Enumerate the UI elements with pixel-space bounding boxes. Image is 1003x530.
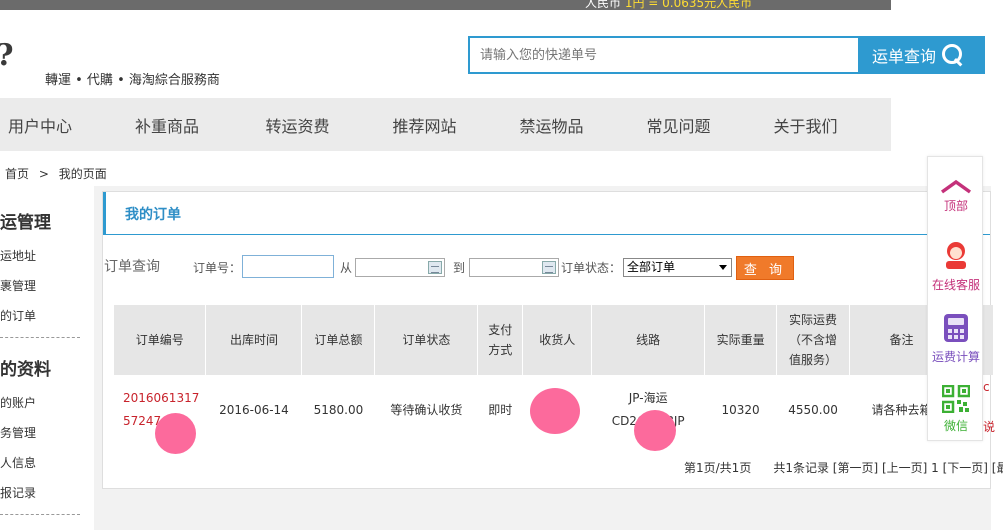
clipped-edge-text: 说: [983, 420, 996, 434]
date-to-input[interactable]: [469, 258, 559, 277]
cell-total: 5180.00: [313, 402, 364, 417]
query-section-label: 订单查询: [104, 259, 160, 275]
table-header-row: 订单编号 出库时间 订单总额 订单状态 支付 方式 收货人 线路 实际重量 实际运…: [114, 305, 995, 375]
site-slogan: 轉運 • 代購 • 海淘綜合服務商: [45, 73, 220, 88]
nav-item-user-center[interactable]: 用户中心: [0, 98, 100, 151]
cell-weight: 10320: [721, 402, 760, 417]
nav-item-shipping-fees[interactable]: 转运资费: [234, 98, 361, 151]
sidebar-item-orders[interactable]: 的订单: [0, 307, 36, 324]
sidebar-item-packages[interactable]: 裹管理: [0, 277, 36, 294]
calendar-icon[interactable]: [428, 261, 442, 274]
page-info: 第1页/共1页: [684, 461, 752, 475]
status-filter-value: 全部订单: [627, 260, 676, 274]
breadcrumb-separator: >: [38, 167, 49, 181]
online-service-button[interactable]: 在线客服: [928, 239, 984, 294]
date-to-label: 到: [453, 261, 466, 275]
nav-item-about[interactable]: 关于我们: [742, 98, 869, 151]
col-header-status: 订单状态: [374, 305, 479, 375]
tracking-search-box: [468, 36, 860, 74]
panel-header: 我的订单: [103, 192, 990, 235]
col-header-order-no: 订单编号: [114, 305, 207, 375]
date-from-input[interactable]: [355, 258, 445, 277]
nav-item-recommended-sites[interactable]: 推荐网站: [361, 98, 488, 151]
orders-panel: 我的订单 订单查询 订单号： 从 到 订单状态： 全部订单 查 询 订单编号 出…: [102, 191, 1003, 489]
date-from-label: 从: [340, 261, 353, 275]
wechat-button[interactable]: 微信: [928, 385, 984, 437]
freight-calculator-button[interactable]: 运费计算: [928, 313, 984, 368]
customer-service-icon: [946, 242, 966, 269]
main-nav: 用户中心 补重商品 转运资费 推荐网站 禁运物品 常见问题 关于我们: [0, 98, 891, 151]
pagination: 第1页/共1页 共1条记录 [第一页] [上一页] 1 [下一页] [最: [684, 459, 1003, 476]
status-filter-label: 订单状态：: [561, 261, 622, 275]
nav-item-faq[interactable]: 常见问题: [615, 98, 742, 151]
chevron-up-icon: [940, 179, 972, 194]
col-header-ship-date: 出库时间: [205, 305, 303, 375]
page-records[interactable]: 共1条记录 [第一页] [上一页] 1 [下一页] [最: [773, 461, 1003, 475]
tracking-search-input[interactable]: [470, 38, 858, 72]
back-to-top-button[interactable]: 顶部: [928, 177, 984, 221]
exchange-rate-ticker: 人民币 1円 = 0.0635元人民币: [585, 0, 752, 10]
sidebar-divider: [0, 514, 80, 515]
col-header-freight: 实际运费 （不含增 值服务）: [776, 305, 851, 375]
sidebar: 运管理 运地址 裹管理 的订单 的资料 的账户 务管理 人信息 报记录: [0, 191, 94, 530]
online-service-label: 在线客服: [931, 278, 980, 292]
calendar-icon[interactable]: [542, 261, 556, 274]
col-header-payment: 支付 方式: [477, 305, 524, 375]
cell-payment: 即时: [488, 402, 513, 417]
calculator-icon: [944, 314, 968, 342]
order-no-label: 订单号：: [193, 261, 242, 275]
wechat-label: 微信: [943, 419, 968, 433]
redaction-mark: [530, 388, 580, 434]
search-icon: [942, 44, 964, 66]
breadcrumb-home[interactable]: 首页: [5, 167, 29, 181]
floating-toolbar: 顶部 在线客服 运费计算 微信: [927, 156, 983, 441]
sidebar-section-shipping: 运管理: [0, 213, 51, 233]
status-filter-select[interactable]: 全部订单: [623, 258, 732, 277]
redaction-mark: [155, 413, 196, 454]
query-submit-button[interactable]: 查 询: [736, 256, 794, 280]
col-header-weight: 实际重量: [704, 305, 778, 375]
cell-ship-date: 2016-06-14: [219, 402, 289, 417]
qr-code-icon: [942, 385, 970, 413]
breadcrumb: 首页 > 我的页面: [5, 165, 113, 182]
freight-calculator-label: 运费计算: [931, 350, 980, 364]
sidebar-divider: [0, 337, 80, 338]
order-no-input[interactable]: [242, 255, 334, 278]
sidebar-item-declarations[interactable]: 报记录: [0, 484, 36, 501]
col-header-total: 订单总额: [301, 305, 376, 375]
ticker-highlight: 1円 = 0.0635元人民币: [624, 0, 753, 10]
order-query-form: 订单查询 订单号： 从 到 订单状态： 全部订单 查 询: [103, 255, 990, 280]
nav-item-prohibited-items[interactable]: 禁运物品: [488, 98, 615, 151]
ticker-text: 人民币: [585, 0, 622, 10]
redaction-mark: [634, 410, 676, 451]
col-header-route: 线路: [591, 305, 706, 375]
breadcrumb-current: 我的页面: [58, 167, 107, 181]
cell-status: 等待确认收货: [390, 402, 463, 417]
col-header-receiver: 收货人: [522, 305, 593, 375]
tracking-search-button[interactable]: 运单查询: [860, 36, 985, 74]
tracking-search-label: 运单查询: [872, 47, 937, 66]
sidebar-item-services[interactable]: 务管理: [0, 424, 36, 441]
sidebar-item-address[interactable]: 运地址: [0, 247, 36, 264]
chevron-down-icon: [719, 265, 727, 270]
site-logo[interactable]: ?: [0, 38, 14, 73]
panel-title: 我的订单: [125, 207, 181, 223]
clipped-edge-text: c: [983, 380, 990, 394]
sidebar-item-personal-info[interactable]: 人信息: [0, 454, 36, 471]
sidebar-section-profile: 的资料: [0, 360, 51, 380]
top-info-bar: 人民币 1円 = 0.0635元人民币: [0, 0, 891, 10]
sidebar-item-account[interactable]: 的账户: [0, 394, 36, 411]
back-to-top-label: 顶部: [943, 199, 968, 213]
cell-freight: 4550.00: [788, 402, 838, 417]
nav-item-supplement[interactable]: 补重商品: [100, 98, 234, 151]
